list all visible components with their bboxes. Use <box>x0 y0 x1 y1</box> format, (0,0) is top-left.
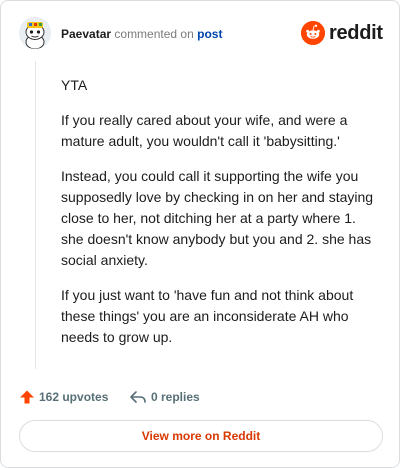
post-link[interactable]: post <box>197 27 222 41</box>
comment-paragraph: YTA <box>61 77 88 93</box>
reddit-wordmark: reddit <box>329 22 383 44</box>
reply-count[interactable]: 0 replies <box>129 387 200 407</box>
upvote-count[interactable]: 162 upvotes <box>19 387 108 407</box>
snoo-avatar-icon <box>19 17 51 49</box>
byline: Paevatar commented on post <box>61 27 222 41</box>
comment-header: Paevatar commented on post reddit <box>19 17 383 51</box>
upvote-arrow-icon <box>20 390 34 404</box>
byline-action: commented on <box>114 27 194 41</box>
reddit-logo[interactable]: reddit <box>301 19 383 47</box>
avatar[interactable] <box>19 17 51 49</box>
thread-line <box>35 61 36 369</box>
view-more-button[interactable]: View more on Reddit <box>19 420 383 452</box>
upvote-label: 162 upvotes <box>39 390 109 404</box>
comment-paragraph: Instead, you could call it supporting th… <box>61 168 374 268</box>
reply-label: 0 replies <box>151 390 200 404</box>
reply-arrow-icon <box>130 391 146 403</box>
comment-body: YTA If you really cared about your wife,… <box>61 75 381 362</box>
comment-paragraph: If you just want to 'have fun and not th… <box>61 287 354 345</box>
author-name[interactable]: Paevatar <box>61 27 111 41</box>
comment-stats: 162 upvotes 0 replies <box>19 387 381 407</box>
comment-paragraph: If you really cared about your wife, and… <box>61 112 348 149</box>
reddit-logo-icon <box>301 21 325 45</box>
comment-embed-card: Paevatar commented on post reddit YTA If… <box>0 0 400 468</box>
